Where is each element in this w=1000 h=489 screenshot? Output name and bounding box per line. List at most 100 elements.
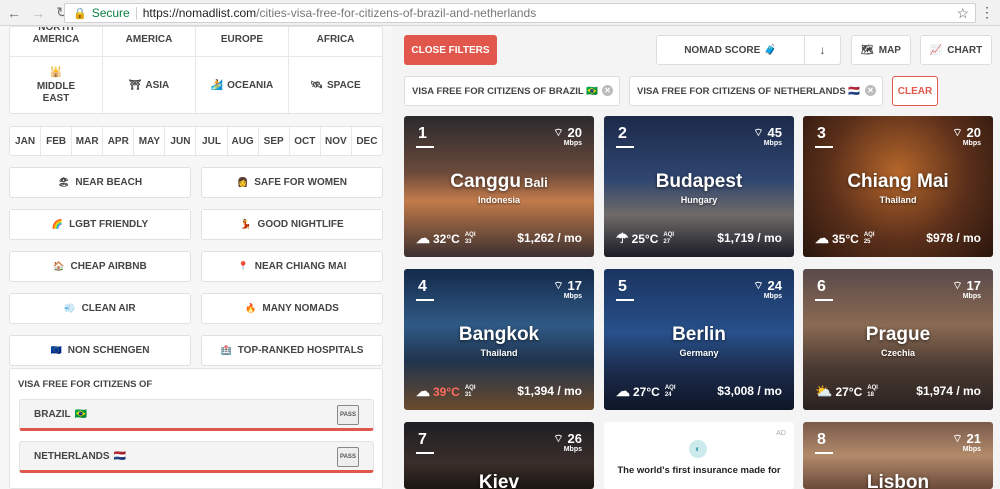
wifi-value: 24 bbox=[767, 278, 782, 293]
aqi-number: 18 bbox=[867, 391, 874, 398]
wifi-icon: ⌔ bbox=[553, 432, 564, 445]
ad-card[interactable]: AD ◐ The world's first insurance made fo… bbox=[604, 422, 794, 489]
month-filter[interactable]: OCT bbox=[290, 127, 321, 155]
city-card[interactable]: 4 ⌔ 17 Mbps Bangkok Thailand ☁ 39°C AQI 31 $1,394 … bbox=[404, 269, 594, 410]
wifi-value: 20 bbox=[966, 125, 981, 140]
cloud-icon: ☁ bbox=[416, 230, 430, 246]
filter-button[interactable]: 💃 GOOD NIGHTLIFE bbox=[201, 209, 383, 240]
secure-label: Secure bbox=[91, 6, 130, 20]
city-card[interactable]: 5 ⌔ 24 Mbps Berlin Germany ☁ 27°C AQI 24 $3,008 / … bbox=[604, 269, 794, 410]
month-filter[interactable]: APR bbox=[103, 127, 135, 155]
wifi-icon: ⌔ bbox=[753, 279, 764, 292]
city-name: Budapest bbox=[655, 171, 743, 192]
month-filter[interactable]: JAN bbox=[10, 127, 42, 155]
filter-button[interactable]: 🌈 LGBT FRIENDLY bbox=[9, 209, 191, 240]
city-name: Kiev bbox=[478, 472, 520, 489]
wifi-speed: ⌔ 45 Mbps bbox=[753, 125, 782, 147]
region-filter[interactable]: NORTH AMERICA bbox=[10, 27, 103, 57]
city-card[interactable]: 3 ⌔ 20 Mbps Chiang Mai Thailand ☁ 35°C AQI 25 $978… bbox=[803, 116, 993, 257]
filter-button[interactable]: 📍 NEAR CHIANG MAI bbox=[201, 251, 383, 282]
back-arrow-icon[interactable]: ← bbox=[4, 3, 24, 23]
rank-underline bbox=[815, 299, 833, 301]
clear-filters-button[interactable]: CLEAR bbox=[892, 76, 938, 106]
wifi-icon: ⌔ bbox=[952, 432, 963, 445]
region-label: ASIA bbox=[145, 79, 170, 91]
city-country: Thailand bbox=[879, 195, 917, 205]
bookmark-star-icon[interactable]: ☆ bbox=[956, 5, 969, 22]
city-rank: 3 bbox=[817, 125, 826, 142]
map-button[interactable]: 🗺 MAP bbox=[851, 35, 911, 65]
month-filter[interactable]: JUL bbox=[196, 127, 228, 155]
remove-chip-icon[interactable]: ✕ bbox=[865, 85, 876, 96]
wifi-value: 20 bbox=[567, 125, 582, 140]
filter-button[interactable]: 🏖 NEAR BEACH bbox=[9, 167, 191, 198]
ad-label: AD bbox=[776, 430, 786, 437]
wifi-speed: ⌔ 20 Mbps bbox=[553, 125, 582, 147]
filter-button[interactable]: 🔥 MANY NOMADS bbox=[201, 293, 383, 324]
filter-button[interactable]: 🏥 TOP-RANKED HOSPITALS bbox=[201, 335, 383, 366]
city-rank: 4 bbox=[418, 278, 427, 295]
month-filter[interactable]: SEP bbox=[259, 127, 290, 155]
month-filter[interactable]: MAY bbox=[134, 127, 166, 155]
close-filters-button[interactable]: CLOSE FILTERS bbox=[404, 35, 497, 65]
city-card[interactable]: 8 ⌔ 21 Mbps Lisbon bbox=[803, 422, 993, 489]
region-filter[interactable]: ⛩ ASIA bbox=[103, 57, 196, 113]
region-label: OCEANIA bbox=[227, 79, 274, 91]
city-card[interactable]: 7 ⌔ 26 Mbps Kiev bbox=[404, 422, 594, 489]
city-card[interactable]: 1 ⌔ 20 Mbps Canggu Bali Indonesia ☁ 32°C AQI 33 $1,… bbox=[404, 116, 594, 257]
chip-label: VISA FREE FOR CITIZENS OF NETHERLANDS 🇳🇱 bbox=[637, 85, 861, 97]
month-filter[interactable]: FEB bbox=[41, 127, 73, 155]
browser-chrome: ← → ↻ 🔒 Secure https://nomadlist.com /ci… bbox=[0, 0, 1000, 26]
weather-info: ☁ 39°C AQI 31 bbox=[416, 383, 475, 400]
region-label: AMERICA bbox=[125, 34, 173, 45]
wifi-value: 17 bbox=[567, 278, 582, 293]
remove-chip-icon[interactable]: ✕ bbox=[602, 85, 613, 96]
nomad-icon: 🧳 bbox=[764, 44, 777, 56]
visa-country-netherlands[interactable]: NETHERLANDS 🇳🇱 PASS bbox=[19, 441, 374, 473]
forward-arrow-icon[interactable]: → bbox=[28, 3, 48, 23]
dancer-icon: 💃 bbox=[240, 219, 252, 229]
filter-button[interactable]: 🏠 CHEAP AIRBNB bbox=[9, 251, 191, 282]
city-card[interactable]: 6 ⌔ 17 Mbps Prague Czechia ⛅ 27°C AQI 18 $1,974 / … bbox=[803, 269, 993, 410]
filter-button[interactable]: 🇪🇺 NON SCHENGEN bbox=[9, 335, 191, 366]
browser-menu-icon[interactable]: ⋮ bbox=[980, 4, 994, 21]
region-label: NORTH AMERICA bbox=[32, 26, 80, 45]
visa-free-panel: VISA FREE FOR CITIZENS OF BRAZIL 🇧🇷 PASS… bbox=[9, 368, 383, 489]
month-filter[interactable]: NOV bbox=[321, 127, 352, 155]
filter-button[interactable]: 💨 CLEAN AIR bbox=[9, 293, 191, 324]
region-filter[interactable]: AFRICA bbox=[289, 27, 382, 57]
sort-direction-button[interactable]: ↓ bbox=[805, 36, 840, 64]
visa-country-brazil[interactable]: BRAZIL 🇧🇷 PASS bbox=[19, 399, 374, 431]
weather-info: ☁ 27°C AQI 24 bbox=[616, 383, 675, 400]
region-filter[interactable]: EUROPE bbox=[196, 27, 289, 57]
city-card[interactable]: 2 ⌔ 45 Mbps Budapest Hungary ☂ 25°C AQI 27 $1,719 … bbox=[604, 116, 794, 257]
rank-underline bbox=[616, 146, 634, 148]
wifi-unit: Mbps bbox=[962, 446, 981, 453]
filter-button[interactable]: 👩 SAFE FOR WOMEN bbox=[201, 167, 383, 198]
chart-icon: 📈 bbox=[929, 44, 943, 56]
sort-select[interactable]: NOMAD SCORE 🧳 bbox=[657, 36, 805, 64]
aqi-number: 25 bbox=[863, 238, 871, 245]
temperature: 39°C bbox=[433, 384, 460, 399]
url-path: /cities-visa-free-for-citizens-of-brazil… bbox=[256, 6, 537, 20]
wifi-value: 17 bbox=[966, 278, 981, 293]
region-filter[interactable]: AMERICA bbox=[103, 27, 196, 57]
month-filter[interactable]: MAR bbox=[72, 127, 104, 155]
month-filter[interactable]: AUG bbox=[228, 127, 259, 155]
region-label: MIDDLE EAST bbox=[36, 80, 76, 104]
sun-cloud-icon: ⛅ bbox=[815, 383, 833, 399]
address-bar[interactable]: 🔒 Secure https://nomadlist.com /cities-v… bbox=[64, 3, 976, 23]
wifi-icon: ⌔ bbox=[952, 126, 963, 139]
active-filter-chip-brazil: VISA FREE FOR CITIZENS OF BRAZIL 🇧🇷 ✕ bbox=[404, 76, 620, 106]
chart-button[interactable]: 📈 CHART bbox=[920, 35, 992, 65]
region-filter[interactable]: 🕌 MIDDLE EAST bbox=[10, 57, 103, 113]
city-country: Germany bbox=[679, 348, 719, 358]
region-filter[interactable]: 🏄 OCEANIA bbox=[196, 57, 289, 113]
hospital-icon: 🏥 bbox=[220, 345, 232, 355]
brazil-flag-icon: 🇧🇷 bbox=[74, 408, 88, 420]
rain-icon: ☂ bbox=[616, 230, 629, 246]
rank-underline bbox=[416, 146, 434, 148]
month-filter[interactable]: DEC bbox=[352, 127, 382, 155]
region-filter[interactable]: 🛰 SPACE bbox=[289, 57, 382, 113]
month-filter[interactable]: JUN bbox=[165, 127, 197, 155]
